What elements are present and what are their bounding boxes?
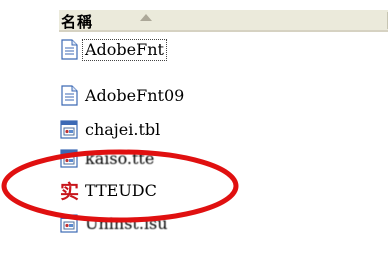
text-file-icon [60,39,79,60]
name-column-header[interactable]: 名稱 [61,11,93,32]
file-row-adobefnt[interactable]: AdobeFnt [60,37,380,63]
file-name: AdobeFnt [82,39,167,61]
system-file-icon [60,119,79,140]
file-row-adobefnt09[interactable]: AdobeFnt09 [60,83,380,109]
file-row-chajei[interactable]: chajei.tbl [60,117,380,143]
text-file-icon [60,85,79,106]
sort-ascending-icon [140,14,152,21]
file-name: AdobeFnt09 [85,86,185,105]
file-row-kaiso[interactable]: kaiso.tte [60,146,380,172]
system-file-icon [60,213,79,234]
file-name: chajei.tbl [85,120,161,139]
file-name: Uninst.isu [85,214,168,233]
column-header-bar: 名稱 [59,10,388,32]
file-name: kaiso.tte [85,149,155,168]
svg-text:实: 实 [60,180,79,201]
file-row-uninst[interactable]: Uninst.isu [60,211,380,237]
file-name: TTEUDC [85,181,157,200]
system-file-icon [60,148,79,169]
file-list-view: 名稱 AdobeFnt AdobeFnt09 chajei.tbl kaiso.… [0,0,388,255]
file-row-tteudc[interactable]: 实 TTEUDC [60,178,380,204]
eudc-font-icon: 实 [60,180,79,203]
